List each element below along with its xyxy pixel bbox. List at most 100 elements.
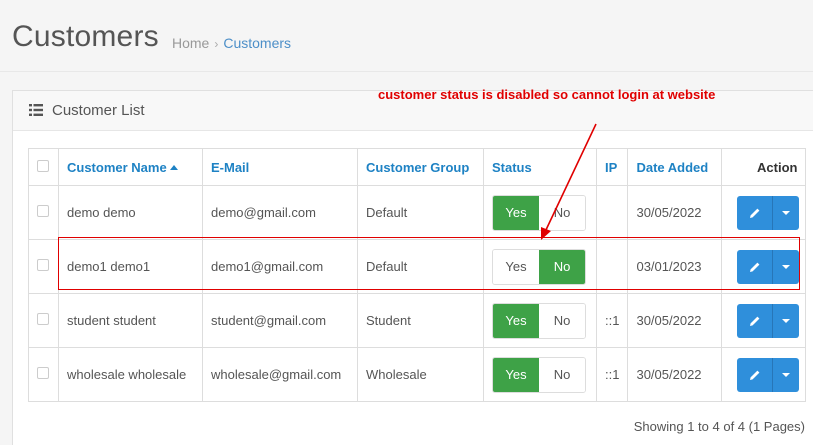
action-cell xyxy=(721,293,807,348)
column-header-customer-name[interactable]: Customer Name xyxy=(58,148,203,186)
customer-group: Student xyxy=(357,293,484,348)
customer-ip xyxy=(595,239,629,294)
column-header-ip[interactable]: IP xyxy=(595,148,629,186)
edit-button[interactable] xyxy=(737,249,774,284)
column-header-email[interactable]: E-Mail xyxy=(202,148,358,186)
breadcrumb-separator: › xyxy=(214,37,219,51)
breadcrumb-home[interactable]: Home xyxy=(172,35,209,51)
action-dropdown-button[interactable] xyxy=(773,303,800,338)
column-label-date-added: Date Added xyxy=(636,159,709,175)
customer-email: demo@gmail.com xyxy=(202,185,358,240)
status-toggle[interactable]: Yes No xyxy=(492,248,586,285)
select-all-checkbox[interactable] xyxy=(37,159,49,172)
customer-group: Wholesale xyxy=(357,347,484,402)
status-cell: Yes No xyxy=(483,185,597,240)
sort-asc-icon xyxy=(169,164,178,170)
status-cell: Yes No xyxy=(483,293,597,348)
column-header-action: Action xyxy=(721,148,807,186)
action-button-group xyxy=(737,249,800,284)
chevron-down-icon xyxy=(782,210,791,215)
chevron-down-icon xyxy=(782,318,791,323)
table-row: demo1 demo1 demo1@gmail.com Default Yes No 03… xyxy=(28,239,807,294)
column-label-action: Action xyxy=(757,159,798,175)
customer-group: Default xyxy=(357,185,484,240)
column-header-customer-group[interactable]: Customer Group xyxy=(357,148,484,186)
row-select-cell xyxy=(28,347,59,402)
status-yes-option[interactable]: Yes xyxy=(493,357,539,392)
table-row: wholesale wholesale wholesale@gmail.com Wh… xyxy=(28,347,807,402)
customer-email: demo1@gmail.com xyxy=(202,239,358,294)
page-header: Customers Home › Customers xyxy=(0,0,813,72)
action-cell xyxy=(721,185,807,240)
select-all-cell xyxy=(28,148,59,186)
column-header-status[interactable]: Status xyxy=(483,148,597,186)
pencil-icon xyxy=(749,316,760,326)
column-label-customer-group: Customer Group xyxy=(366,159,470,175)
action-dropdown-button[interactable] xyxy=(773,249,800,284)
customer-ip xyxy=(595,185,629,240)
customer-table: Customer Name E-Mail Customer Group Stat… xyxy=(28,148,807,402)
table-row: demo demo demo@gmail.com Default Yes No 30/05… xyxy=(28,185,807,240)
edit-button[interactable] xyxy=(737,195,774,230)
customer-name: wholesale wholesale xyxy=(58,347,203,402)
breadcrumb: Home › Customers xyxy=(172,35,291,51)
action-button-group xyxy=(737,303,800,338)
column-label-customer-name: Customer Name xyxy=(67,159,167,175)
action-cell xyxy=(721,347,807,402)
status-toggle[interactable]: Yes No xyxy=(492,356,586,393)
column-label-ip: IP xyxy=(605,159,618,175)
customer-ip: ::1 xyxy=(595,293,629,348)
page-title: Customers xyxy=(12,20,159,53)
status-toggle[interactable]: Yes No xyxy=(492,194,586,231)
date-added: 30/05/2022 xyxy=(627,347,723,402)
action-button-group xyxy=(737,357,800,392)
customer-name: student student xyxy=(58,293,203,348)
status-no-option[interactable]: No xyxy=(539,249,585,284)
status-yes-option[interactable]: Yes xyxy=(493,195,539,230)
breadcrumb-customers[interactable]: Customers xyxy=(223,35,291,51)
row-select-cell xyxy=(28,185,59,240)
pencil-icon xyxy=(749,370,760,380)
status-yes-option[interactable]: Yes xyxy=(493,303,539,338)
row-checkbox[interactable] xyxy=(37,313,49,325)
pencil-icon xyxy=(749,208,760,218)
action-cell xyxy=(721,239,807,294)
chevron-down-icon xyxy=(782,372,791,377)
customer-group: Default xyxy=(357,239,484,294)
date-added: 30/05/2022 xyxy=(627,293,723,348)
customer-ip: ::1 xyxy=(595,347,629,402)
column-header-date-added[interactable]: Date Added xyxy=(627,148,723,186)
column-label-email: E-Mail xyxy=(211,159,250,175)
row-checkbox[interactable] xyxy=(37,259,49,271)
chevron-down-icon xyxy=(782,264,791,269)
customer-email: wholesale@gmail.com xyxy=(202,347,358,402)
edit-button[interactable] xyxy=(737,303,774,338)
annotation-text: customer status is disabled so cannot lo… xyxy=(378,87,716,102)
row-select-cell xyxy=(28,239,59,294)
list-icon xyxy=(29,104,43,116)
panel-title: Customer List xyxy=(52,102,145,119)
status-toggle[interactable]: Yes No xyxy=(492,302,586,339)
customer-name: demo1 demo1 xyxy=(58,239,203,294)
status-no-option[interactable]: No xyxy=(539,195,585,230)
row-checkbox[interactable] xyxy=(37,205,49,217)
table-row: student student student@gmail.com Student Y… xyxy=(28,293,807,348)
status-no-option[interactable]: No xyxy=(539,357,585,392)
status-no-option[interactable]: No xyxy=(539,303,585,338)
date-added: 30/05/2022 xyxy=(627,185,723,240)
row-checkbox[interactable] xyxy=(37,367,49,379)
customer-name: demo demo xyxy=(58,185,203,240)
action-button-group xyxy=(737,195,800,230)
pencil-icon xyxy=(749,262,760,272)
column-label-status: Status xyxy=(492,159,532,175)
date-added: 03/01/2023 xyxy=(627,239,723,294)
row-select-cell xyxy=(28,293,59,348)
action-dropdown-button[interactable] xyxy=(773,357,800,392)
pagination-info: Showing 1 to 4 of 4 (1 Pages) xyxy=(633,419,805,434)
status-yes-option[interactable]: Yes xyxy=(493,249,539,284)
status-cell: Yes No xyxy=(483,239,597,294)
status-cell: Yes No xyxy=(483,347,597,402)
action-dropdown-button[interactable] xyxy=(773,195,800,230)
edit-button[interactable] xyxy=(737,357,774,392)
customer-email: student@gmail.com xyxy=(202,293,358,348)
